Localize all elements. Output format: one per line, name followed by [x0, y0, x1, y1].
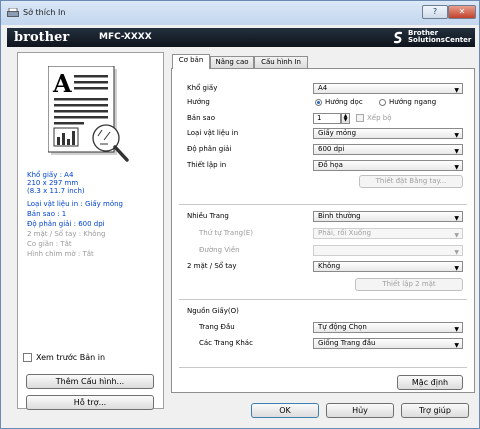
other-pages-select[interactable]: Giống Trang đầu ▼ — [313, 338, 463, 349]
page-order-label: Thứ tự Trang(E) — [199, 229, 253, 237]
manual-settings-button[interactable]: Thiết đặt Bằng tay... — [359, 175, 463, 188]
print-preview-checkbox[interactable] — [23, 353, 32, 362]
copies-input[interactable]: 1 — [313, 113, 341, 124]
print-settings-label: Thiết lập in — [187, 161, 227, 169]
solutions-center-link[interactable]: Brother SolutionsCenter — [408, 30, 471, 44]
summary-watermark: Hình chìm mờ : Tắt — [27, 250, 94, 258]
title-help-button[interactable]: ? — [422, 5, 448, 19]
border-line-label: Đường Viền — [199, 246, 240, 254]
portrait-radio[interactable] — [315, 99, 322, 106]
dropdown-arrow-icon: ▼ — [454, 326, 459, 333]
summary-media-type: Loại vật liệu in : Giấy mỏng — [27, 200, 123, 208]
dropdown-arrow-icon: ▼ — [454, 265, 459, 272]
tab-print-profiles[interactable]: Cấu hình In — [254, 56, 308, 68]
printer-icon — [7, 8, 19, 17]
section-divider — [179, 299, 467, 300]
orientation-label: Hướng — [187, 98, 210, 106]
add-profile-button[interactable]: Thêm Cấu hình... — [26, 374, 154, 389]
collate-label: Xếp bộ — [367, 114, 392, 122]
first-page-select[interactable]: Tự động Chọn ▼ — [313, 322, 463, 333]
print-preview-label: Xem trước Bản in — [36, 353, 106, 362]
solutions-center-icon[interactable] — [392, 31, 404, 44]
print-settings-select[interactable]: Đồ họa ▼ — [313, 160, 463, 171]
page-order-select[interactable]: Phải, rồi Xuống ▼ — [313, 228, 463, 239]
paper-source-label: Nguồn Giấy(O) — [187, 307, 239, 315]
portrait-label: Hướng dọc — [325, 98, 363, 106]
page-preview-icon: A — [48, 66, 129, 162]
multipage-select[interactable]: Bình thường ▼ — [313, 211, 463, 222]
duplex-select[interactable]: Không ▼ — [313, 261, 463, 272]
section-divider — [179, 204, 467, 205]
first-page-label: Trang Đầu — [199, 323, 235, 331]
brand-banner: brother MFC-XXXX Brother SolutionsCenter — [7, 28, 475, 47]
ok-button[interactable]: OK — [251, 403, 319, 418]
cancel-button[interactable]: Hủy — [326, 403, 394, 418]
support-button[interactable]: Hỗ trợ... — [26, 395, 154, 410]
dropdown-arrow-icon: ▼ — [454, 164, 459, 171]
tab-advanced[interactable]: Nâng cao — [210, 56, 254, 68]
brother-logo: brother — [14, 30, 70, 45]
dropdown-arrow-icon: ▼ — [454, 249, 459, 256]
copies-label: Bản sao — [187, 114, 215, 122]
help-button[interactable]: Trợ giúp — [401, 403, 469, 418]
printer-model: MFC-XXXX — [99, 32, 152, 42]
dropdown-arrow-icon: ▼ — [454, 132, 459, 139]
default-button[interactable]: Mặc định — [397, 375, 463, 390]
tab-basic[interactable]: Cơ bản — [172, 54, 210, 69]
summary-duplex: 2 mặt / Sổ tay : Không — [27, 230, 106, 238]
resolution-select[interactable]: 600 dpi ▼ — [313, 144, 463, 155]
multipage-label: Nhiều Trang — [187, 212, 229, 220]
collate-checkbox[interactable] — [356, 114, 364, 122]
dropdown-arrow-icon: ▼ — [454, 148, 459, 155]
dropdown-arrow-icon: ▼ — [454, 215, 459, 222]
media-type-label: Loại vật liệu in — [187, 129, 239, 137]
svg-text:A: A — [52, 69, 72, 98]
summary-dimensions-inch: (8.3 x 11.7 inch) — [27, 187, 85, 195]
summary-copies: Bản sao : 1 — [27, 210, 67, 218]
landscape-label: Hướng ngang — [389, 98, 437, 106]
title-close-button[interactable]: ✕ — [448, 5, 476, 19]
title-bar[interactable]: Sở thích In ? ✕ — [1, 1, 479, 25]
media-type-select[interactable]: Giấy mỏng ▼ — [313, 128, 463, 139]
dropdown-arrow-icon: ▼ — [454, 87, 459, 94]
duplex-label: 2 mặt / Sổ tay — [187, 262, 237, 270]
window-title: Sở thích In — [23, 8, 66, 17]
summary-resolution: Độ phân giải : 600 dpi — [27, 220, 105, 228]
paper-size-select[interactable]: A4 ▼ — [313, 83, 463, 94]
landscape-radio[interactable] — [379, 99, 386, 106]
copies-stepper[interactable]: ▲ ▼ — [341, 113, 350, 124]
border-line-select[interactable]: ▼ — [313, 245, 463, 256]
section-divider — [179, 367, 467, 368]
other-pages-label: Các Trang Khác — [199, 339, 253, 347]
resolution-label: Độ phân giải — [187, 145, 232, 153]
dropdown-arrow-icon: ▼ — [454, 232, 459, 239]
summary-scaling: Co giãn : Tắt — [27, 240, 72, 248]
duplex-settings-button[interactable]: Thiết lập 2 mặt — [355, 278, 463, 291]
paper-size-label: Khổ giấy — [187, 84, 218, 92]
printing-preferences-window: Sở thích In ? ✕ brother MFC-XXXX Brother… — [0, 0, 480, 429]
dropdown-arrow-icon: ▼ — [454, 342, 459, 349]
